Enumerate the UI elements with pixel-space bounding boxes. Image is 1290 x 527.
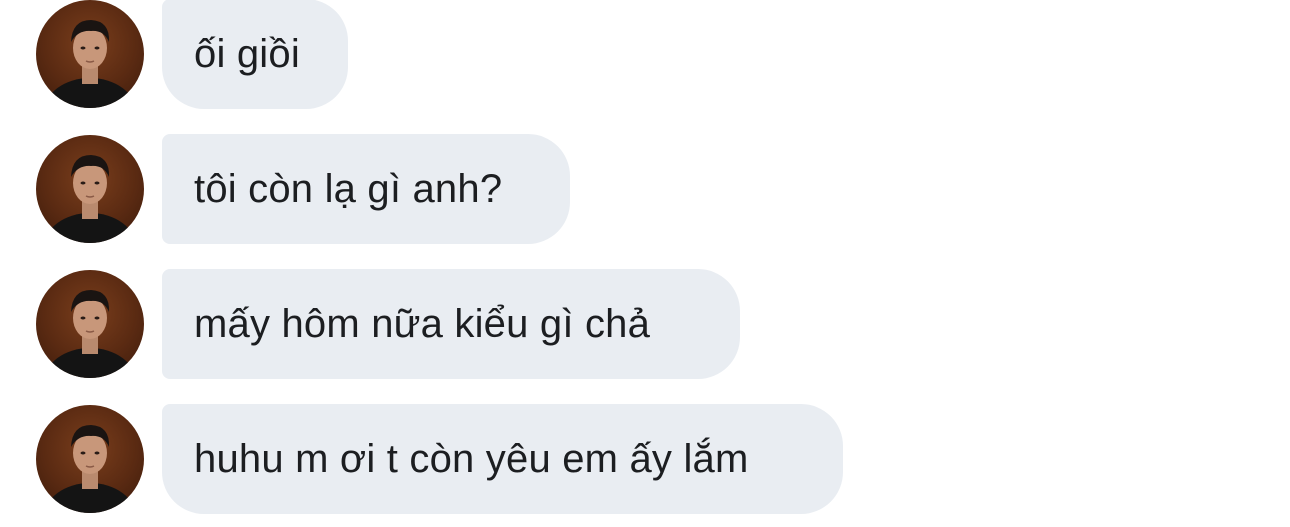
- message-thread: ối giồi tôi còn lạ gì anh? mấy hôm nữa k…: [0, 0, 1290, 527]
- avatar-portrait-icon: [44, 290, 136, 378]
- message-row: mấy hôm nữa kiểu gì chả: [0, 269, 1290, 379]
- sender-avatar[interactable]: [36, 0, 144, 108]
- message-text: huhu m ơi t còn yêu em ấy lắm: [194, 436, 749, 481]
- message-row: huhu m ơi t còn yêu em ấy lắm: [0, 404, 1290, 514]
- avatar-portrait-icon: [44, 425, 136, 513]
- message-row: ối giồi: [0, 0, 1290, 109]
- avatar-portrait-icon: [44, 155, 136, 243]
- sender-avatar[interactable]: [36, 405, 144, 513]
- message-bubble[interactable]: tôi còn lạ gì anh?: [162, 134, 570, 244]
- message-bubble[interactable]: huhu m ơi t còn yêu em ấy lắm: [162, 404, 843, 514]
- sender-avatar[interactable]: [36, 270, 144, 378]
- message-text: tôi còn lạ gì anh?: [194, 166, 503, 211]
- avatar-portrait-icon: [44, 20, 136, 108]
- message-row: tôi còn lạ gì anh?: [0, 134, 1290, 244]
- message-bubble[interactable]: ối giồi: [162, 0, 348, 109]
- message-text: ối giồi: [194, 31, 300, 76]
- sender-avatar[interactable]: [36, 135, 144, 243]
- message-text: mấy hôm nữa kiểu gì chả: [194, 301, 651, 346]
- message-bubble[interactable]: mấy hôm nữa kiểu gì chả: [162, 269, 740, 379]
